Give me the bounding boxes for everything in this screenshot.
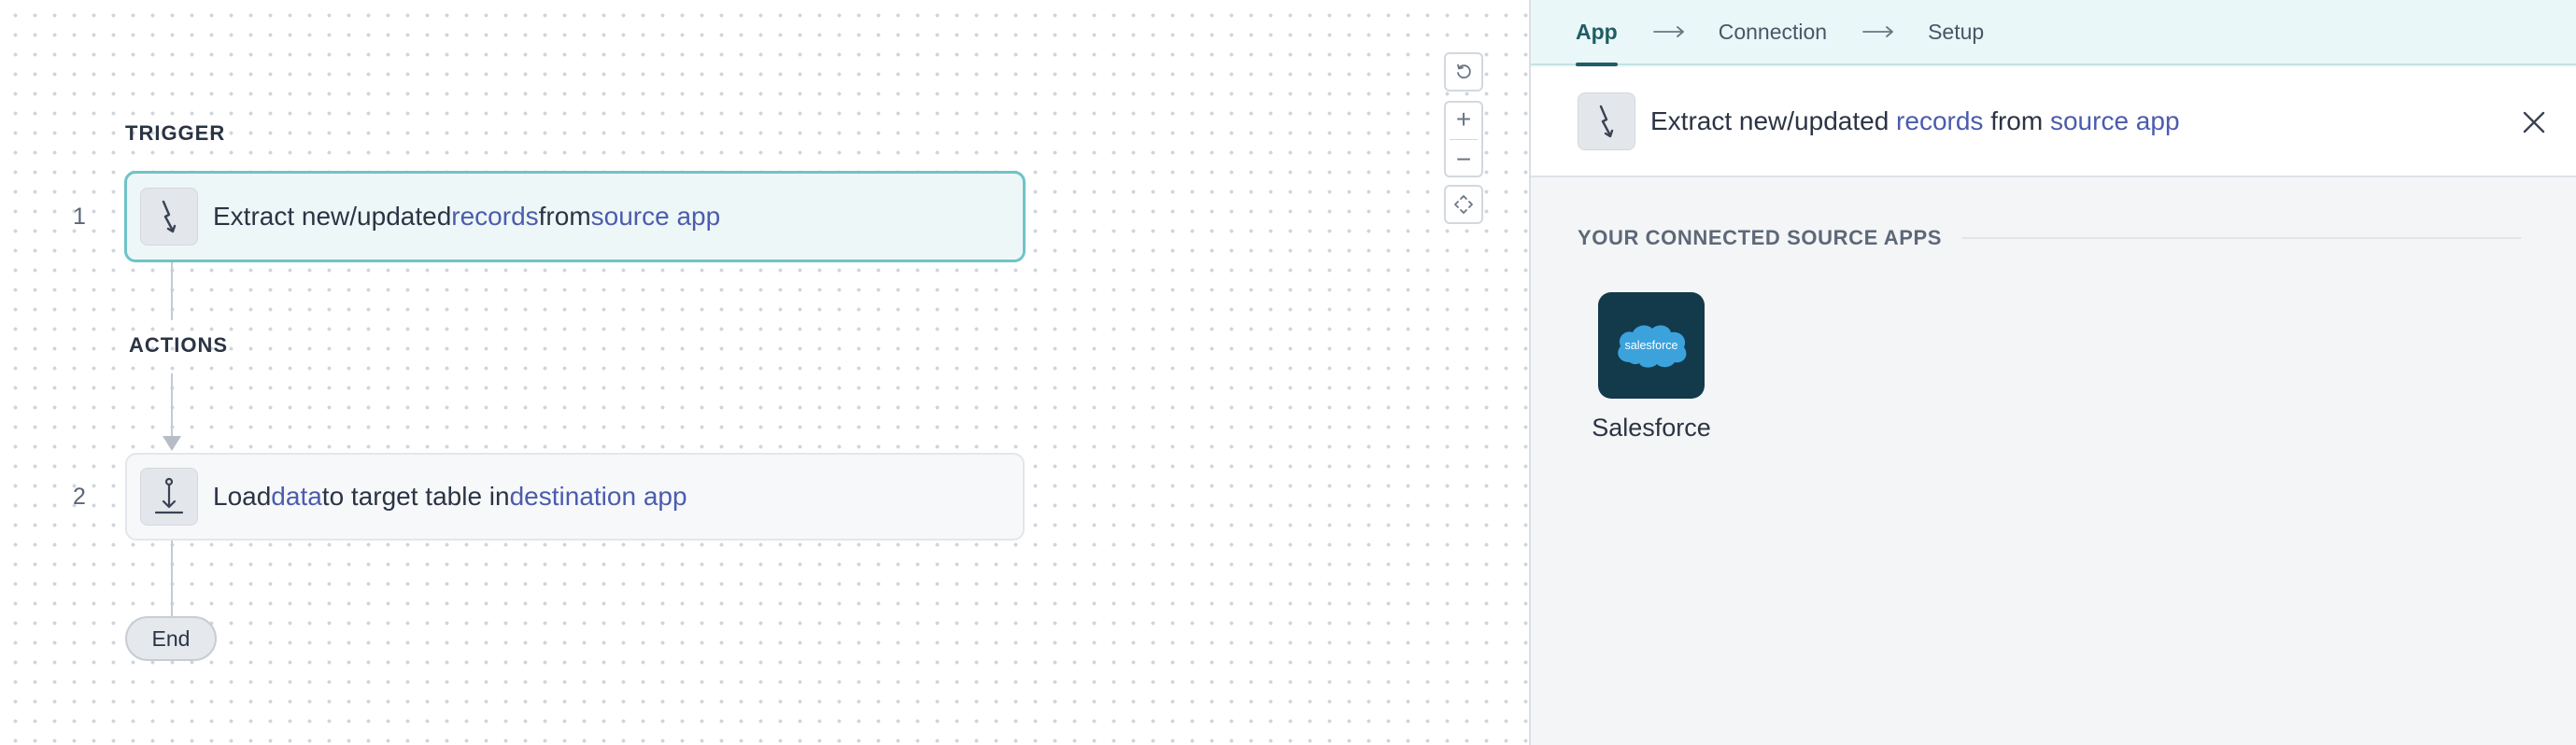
source-app-datapill[interactable]: source app	[591, 202, 721, 232]
step-text: Load	[213, 482, 272, 511]
heading-divider	[1962, 237, 2521, 239]
workflow-canvas[interactable]: TRIGGER 1 Extract new/updated records fr…	[0, 0, 1529, 745]
panel-header: Extract new/updated records from source …	[1531, 67, 2576, 177]
salesforce-logo-text: salesforce	[1625, 339, 1678, 352]
tab-setup[interactable]: Setup	[1928, 0, 1984, 64]
connector-line	[171, 541, 173, 617]
reset-view-button[interactable]	[1444, 52, 1483, 91]
tab-connection[interactable]: Connection	[1719, 0, 1827, 64]
connector-line	[171, 262, 173, 320]
close-panel-button[interactable]	[2518, 106, 2550, 138]
connected-apps-heading-text: YOUR CONNECTED SOURCE APPS	[1578, 226, 1943, 249]
end-node: End	[125, 616, 217, 661]
trigger-icon	[1578, 92, 1635, 150]
records-datapill[interactable]: records	[1896, 106, 1983, 135]
app-tile-salesforce[interactable]: salesforce Salesforce	[1591, 292, 1712, 443]
trigger-step-card[interactable]: Extract new/updated records from source …	[124, 171, 1026, 262]
action-step-card[interactable]: Load data to target table in destination…	[125, 453, 1025, 541]
zoom-control-group: + −	[1444, 101, 1483, 177]
title-text: from	[1983, 106, 2050, 135]
arrow-right-icon	[1862, 25, 1894, 38]
fit-view-button[interactable]	[1444, 185, 1483, 224]
salesforce-logo: salesforce	[1598, 292, 1705, 399]
connected-apps-heading: YOUR CONNECTED SOURCE APPS	[1578, 226, 2521, 250]
destination-app-datapill[interactable]: destination app	[510, 482, 687, 512]
title-text: Extract new/updated	[1650, 106, 1897, 135]
close-icon	[2523, 111, 2545, 134]
connector-line	[171, 373, 173, 437]
step-text: Extract new/updated	[213, 202, 452, 231]
fit-icon	[1454, 195, 1473, 214]
trigger-icon	[140, 188, 198, 246]
reset-icon	[1457, 63, 1471, 79]
connector-arrow-icon	[163, 436, 181, 451]
wizard-tabs: App Connection Setup	[1531, 0, 2576, 66]
app-name-salesforce: Salesforce	[1592, 414, 1711, 442]
step-number-1: 1	[73, 204, 86, 230]
download-icon	[140, 468, 198, 526]
data-datapill[interactable]: data	[271, 482, 322, 512]
trigger-section-label: TRIGGER	[125, 121, 226, 145]
records-datapill[interactable]: records	[451, 202, 538, 232]
arrow-right-icon	[1652, 25, 1685, 38]
source-app-datapill[interactable]: source app	[2050, 106, 2180, 135]
step-number-2: 2	[73, 484, 86, 510]
zoom-in-button[interactable]: +	[1456, 105, 1471, 133]
panel-title: Extract new/updated records from source …	[1650, 106, 2180, 136]
zoom-out-button[interactable]: −	[1456, 146, 1471, 173]
step-text: to target table in	[321, 482, 510, 511]
zoom-divider	[1450, 138, 1478, 140]
step-text: from	[538, 202, 591, 231]
actions-section-label: ACTIONS	[129, 333, 228, 357]
step-config-panel: App Connection Setup Extract new/updated…	[1529, 0, 2576, 745]
tab-app[interactable]: App	[1576, 0, 1618, 66]
